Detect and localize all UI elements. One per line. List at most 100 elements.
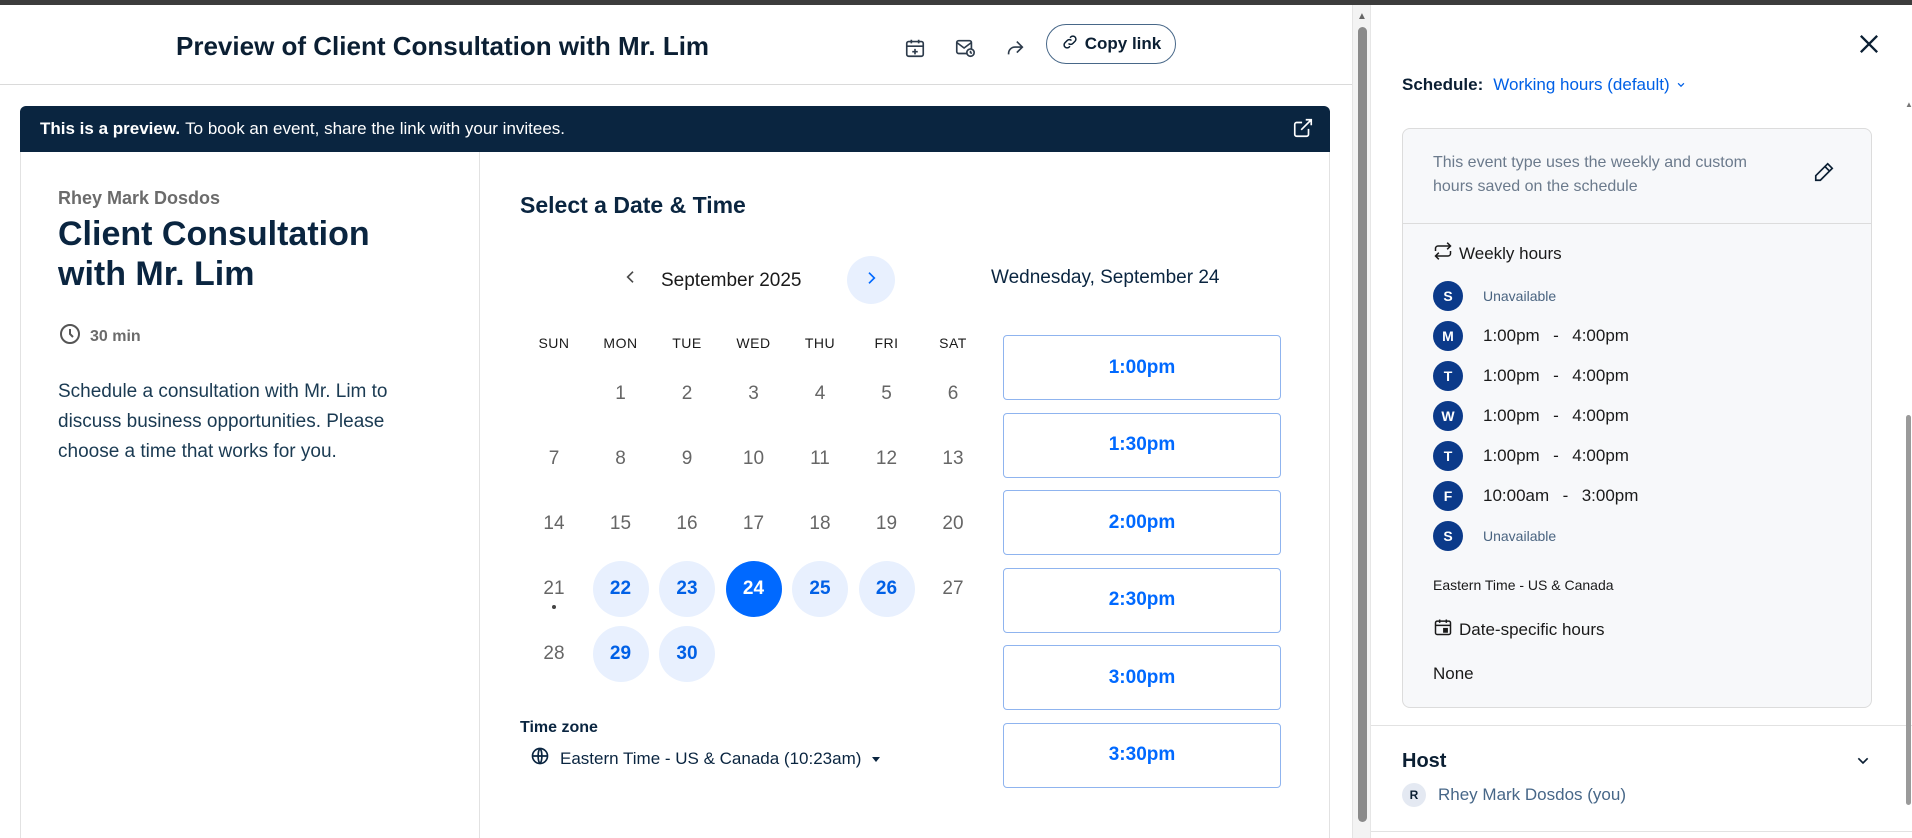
calendar-day: 15	[593, 496, 649, 552]
previous-month-button[interactable]	[616, 264, 646, 294]
weekday-label: FRI	[874, 335, 899, 351]
pencil-icon[interactable]	[1813, 161, 1835, 188]
calendar-day[interactable]: 26	[858, 561, 915, 617]
calendar-day: 9	[659, 431, 715, 487]
day-hours-text: 1:00pm - 4:00pm	[1483, 326, 1629, 345]
host-row: R Rhey Mark Dosdos (you)	[1402, 783, 1626, 807]
calendar-day-selected[interactable]: 24	[725, 561, 782, 617]
today-indicator	[552, 605, 556, 609]
day-badge: F	[1433, 481, 1463, 511]
calendar-day: 19	[859, 496, 915, 552]
day-badge: S	[1433, 521, 1463, 551]
close-icon	[1855, 35, 1883, 62]
weekday-label: TUE	[672, 335, 702, 351]
calendar-day: 28	[526, 626, 582, 682]
calendar-day-number: 29	[609, 643, 632, 664]
page-title: Preview of Client Consultation with Mr. …	[176, 31, 710, 61]
close-button[interactable]	[1855, 30, 1887, 62]
host-expand-toggle[interactable]	[1855, 753, 1871, 774]
calendar-day[interactable]: 23	[659, 561, 715, 617]
host-section-title: Host	[1402, 750, 1447, 772]
calendar-day[interactable]: 30	[659, 626, 715, 682]
calendar-day-number: 2	[681, 383, 693, 404]
weekly-hours-row: W 1:00pm - 4:00pm	[1433, 401, 1629, 431]
date-specific-text: Date-specific hours	[1459, 619, 1605, 639]
calendar-day-number: 17	[742, 513, 765, 534]
email-schedule-icon[interactable]	[952, 35, 978, 61]
share-icon[interactable]	[1002, 35, 1028, 61]
calendar-day-number: 3	[748, 383, 759, 404]
organizer-name: Rhey Mark Dosdos	[58, 188, 221, 208]
calendar-day[interactable]: 22	[592, 561, 649, 617]
booking-card: Rhey Mark Dosdos Client Consultation wit…	[20, 152, 1330, 838]
day-badge: W	[1433, 401, 1463, 431]
scrollbar-thumb[interactable]	[1358, 27, 1367, 822]
scroll-up-arrow-icon[interactable]: ▲	[1905, 100, 1912, 109]
calendar-day-number: 30	[676, 643, 698, 664]
preview-pane: Preview of Client Consultation with Mr. …	[0, 5, 1352, 838]
calendar-day-number: 14	[543, 513, 565, 534]
time-slot-button[interactable]: 2:00pm	[1003, 490, 1281, 555]
day-badge: T	[1433, 361, 1463, 391]
calendar-day: 2	[659, 366, 715, 422]
calendar-day-number: 26	[875, 578, 898, 599]
weekday-label: SAT	[939, 335, 967, 351]
calendar-day-number: 10	[742, 448, 765, 469]
weekday-label: WED	[736, 335, 771, 351]
calendar-day: 13	[925, 431, 981, 487]
preview-scrollbar[interactable]: ▲	[1352, 5, 1370, 838]
panel-scrollbar-thumb[interactable]	[1906, 415, 1911, 805]
copy-link-button[interactable]: Copy link	[1046, 24, 1176, 64]
availability-box: This event type uses the weekly and cust…	[1402, 128, 1872, 708]
timezone-select[interactable]: Eastern Time - US & Canada (10:23am)	[530, 746, 881, 771]
calendar-day: 5	[859, 366, 915, 422]
schedule-row: Schedule: Working hours (default)	[1402, 75, 1686, 95]
schedule-label: Schedule:	[1402, 75, 1484, 94]
event-name: Client Consultation with Mr. Lim	[58, 215, 370, 293]
chevron-down-icon	[1676, 75, 1686, 95]
calendar-day[interactable]: 29	[592, 626, 649, 682]
time-slot-button[interactable]: 1:00pm	[1003, 335, 1281, 400]
banner-text: To book an event, share the link with yo…	[185, 119, 566, 138]
external-link-icon[interactable]	[1292, 117, 1314, 144]
copy-link-label: Copy link	[1084, 34, 1162, 53]
calendar-day-number: 22	[609, 578, 632, 599]
chevron-left-icon	[623, 269, 639, 290]
calendar-day-number: 8	[615, 448, 626, 469]
weekly-hours-row: S Unavailable	[1433, 281, 1556, 311]
link-icon	[1061, 33, 1079, 56]
calendar-day-number: 25	[809, 578, 831, 599]
event-duration: 30 min	[58, 322, 141, 351]
calendar-day-number: 4	[814, 383, 826, 404]
banner-bold: This is a preview.	[40, 119, 181, 138]
calendar-day-number: 24	[742, 578, 765, 599]
calendar-add-icon[interactable]	[902, 35, 928, 61]
time-slot-button[interactable]: 3:30pm	[1003, 722, 1281, 788]
scroll-up-arrow-icon[interactable]: ▲	[1357, 11, 1367, 22]
weekly-hours-text: Weekly hours	[1459, 243, 1562, 263]
calendar-day-number: 12	[875, 448, 898, 469]
next-month-button[interactable]	[847, 256, 895, 304]
weekly-hours-row: M 1:00pm - 4:00pm	[1433, 321, 1629, 351]
calendar-day[interactable]: 25	[792, 561, 848, 617]
day-hours-text: 10:00am - 3:00pm	[1483, 486, 1639, 505]
section-divider	[1371, 725, 1912, 726]
calendar-day-number: 5	[881, 383, 892, 404]
calendar-day: 17	[726, 496, 782, 552]
caret-down-icon	[871, 749, 881, 769]
time-slot-button[interactable]: 3:00pm	[1003, 645, 1281, 710]
calendar-icon	[1433, 617, 1453, 642]
panel-scrollbar[interactable]: ▲	[1905, 100, 1912, 805]
time-slot-button[interactable]: 1:30pm	[1003, 412, 1281, 478]
event-description: Schedule a consultation with Mr. Lim to …	[58, 381, 388, 462]
weekday-label: SUN	[538, 335, 570, 351]
calendar-day-number: 18	[809, 513, 831, 534]
schedule-timezone: Eastern Time - US & Canada	[1433, 577, 1614, 593]
time-slot-button[interactable]: 2:30pm	[1003, 567, 1281, 633]
date-specific-label: Date-specific hours	[1433, 617, 1605, 642]
schedule-dropdown[interactable]: Working hours (default)	[1493, 75, 1685, 95]
weekday-label: THU	[804, 335, 836, 351]
calendar-day-number: 9	[681, 448, 693, 469]
clock-icon	[58, 322, 82, 351]
repeat-icon	[1433, 241, 1453, 266]
